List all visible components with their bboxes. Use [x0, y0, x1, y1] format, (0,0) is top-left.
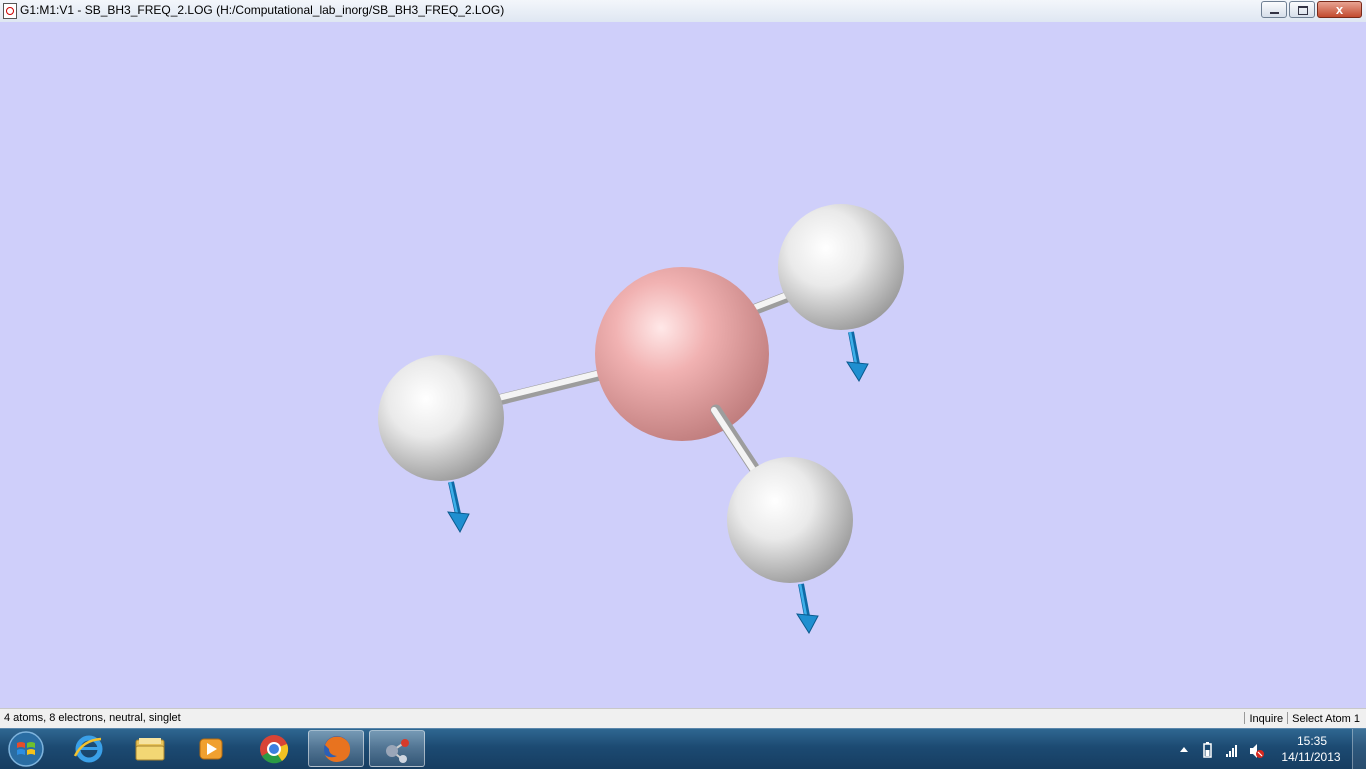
show-hidden-icons-icon[interactable] — [1180, 747, 1188, 752]
clock-date[interactable]: 14/11/2013 — [1278, 750, 1344, 764]
chrome-icon — [260, 735, 289, 764]
power-icon[interactable] — [1203, 742, 1212, 758]
gaussview-window: G1:M1:V1 - SB_BH3_FREQ_2.LOG (H:/Computa… — [0, 0, 1366, 768]
window-title: G1:M1:V1 - SB_BH3_FREQ_2.LOG (H:/Computa… — [20, 3, 505, 17]
taskbar-explorer-button[interactable] — [122, 730, 178, 767]
title-bar[interactable]: G1:M1:V1 - SB_BH3_FREQ_2.LOG (H:/Computa… — [0, 0, 1366, 23]
file-explorer-icon — [135, 738, 165, 761]
atom-h-left[interactable] — [378, 355, 504, 481]
clock-time[interactable]: 15:35 — [1290, 734, 1334, 748]
app-icon[interactable] — [3, 3, 17, 19]
status-right: Inquire Select Atom 1 — [1240, 712, 1360, 725]
taskbar-firefox-button[interactable] — [308, 730, 364, 767]
taskbar: 15:35 14/11/2013 — [0, 728, 1366, 769]
close-button[interactable]: x — [1317, 1, 1362, 18]
gaussview-icon — [386, 739, 409, 763]
minimize-button[interactable] — [1261, 1, 1287, 18]
taskbar-chrome-button[interactable] — [246, 730, 302, 767]
displacement-arrow-h-bottom — [796, 583, 819, 634]
molecule-viewport[interactable] — [0, 22, 1366, 708]
internet-explorer-icon — [73, 735, 103, 763]
status-selection: Select Atom 1 — [1292, 713, 1360, 725]
tray-icons — [1180, 742, 1264, 758]
taskbar-gaussview-button[interactable] — [369, 730, 425, 767]
atom-boron[interactable] — [595, 267, 769, 441]
displacement-arrow-h-top-right — [846, 331, 869, 382]
start-button[interactable] — [4, 730, 48, 768]
media-player-icon — [199, 738, 223, 760]
volume-muted-icon[interactable] — [1250, 744, 1264, 758]
show-desktop-button[interactable] — [1352, 729, 1366, 769]
status-divider — [1287, 712, 1289, 724]
status-mode: Inquire — [1249, 713, 1284, 725]
firefox-icon — [324, 736, 351, 762]
atom-h-bottom[interactable] — [727, 457, 853, 583]
molecule-info: 4 atoms, 8 electrons, neutral, singlet — [4, 712, 181, 724]
maximize-button[interactable] — [1289, 1, 1315, 18]
taskbar-media-button[interactable] — [183, 730, 239, 767]
status-divider — [1244, 712, 1246, 724]
taskbar-ie-button[interactable] — [61, 730, 117, 767]
displacement-arrow-h-left — [447, 481, 470, 534]
atom-h-top-right[interactable] — [778, 204, 904, 330]
molecule-canvas[interactable] — [0, 22, 1366, 708]
status-bar: 4 atoms, 8 electrons, neutral, singlet I… — [0, 708, 1366, 729]
close-icon: x — [1335, 2, 1344, 17]
network-signal-icon[interactable] — [1226, 745, 1237, 757]
